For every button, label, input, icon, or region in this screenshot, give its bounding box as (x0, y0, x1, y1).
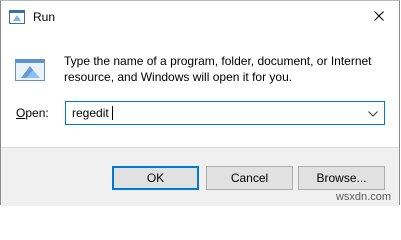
run-dialog: Run Type the name of a program, folder, … (0, 0, 400, 206)
open-input[interactable] (66, 102, 356, 124)
title-bar[interactable]: Run (1, 1, 399, 33)
browse-button[interactable]: Browse... (298, 166, 385, 190)
open-combobox[interactable] (65, 101, 385, 125)
close-icon (374, 8, 384, 26)
watermark: wsxdn.com (335, 191, 391, 203)
dialog-description: Type the name of a program, folder, docu… (64, 54, 372, 84)
open-label: Open: (16, 106, 49, 120)
window-title: Run (33, 10, 56, 24)
cancel-button[interactable]: Cancel (206, 166, 293, 190)
close-button[interactable] (359, 1, 399, 32)
run-icon (9, 10, 25, 24)
chevron-down-icon (368, 104, 378, 122)
button-bar: OK Cancel Browse... wsxdn.com (1, 147, 399, 206)
text-caret (112, 106, 113, 120)
run-icon (15, 59, 45, 81)
dropdown-button[interactable] (362, 102, 384, 124)
ok-button[interactable]: OK (112, 166, 199, 190)
